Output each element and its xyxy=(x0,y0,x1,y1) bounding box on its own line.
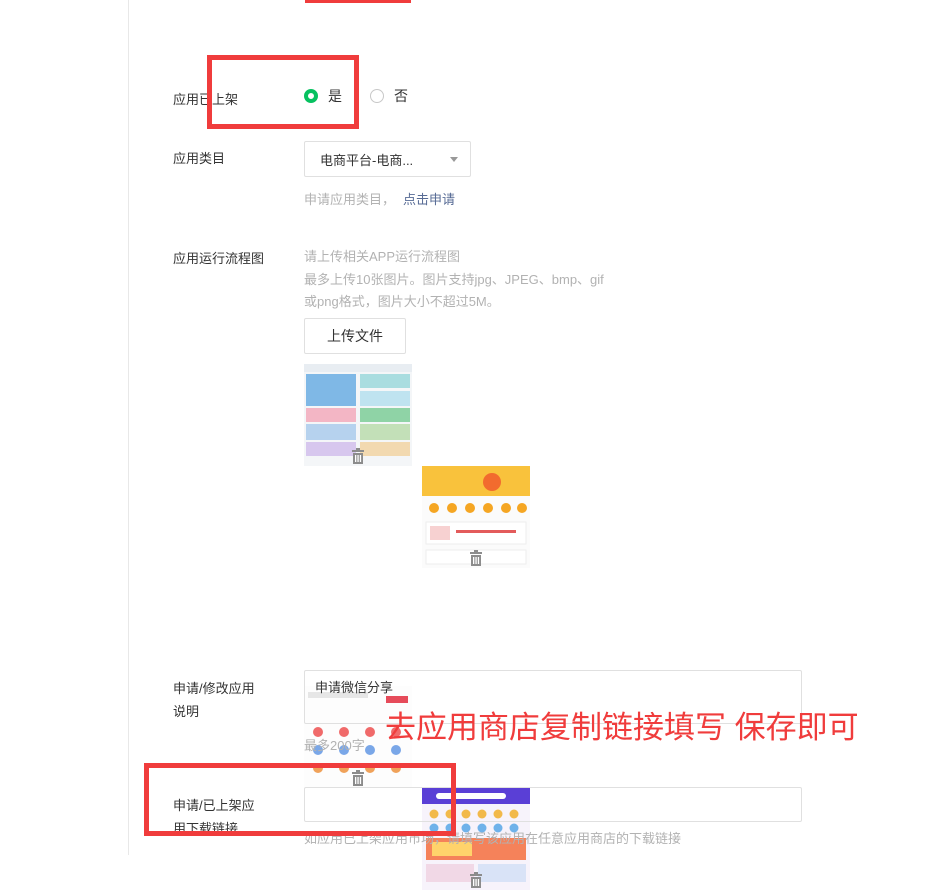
flowchart-hint: 请上传相关APP运行流程图 最多上传10张图片。图片支持jpg、JPEG、bmp… xyxy=(304,246,604,314)
category-hint-text: 申请应用类目， xyxy=(304,192,396,207)
category-select[interactable]: 电商平台-电商... xyxy=(304,141,471,177)
category-label: 应用类目 xyxy=(173,151,226,166)
upload-file-button[interactable]: 上传文件 xyxy=(304,318,406,354)
trash-icon[interactable] xyxy=(350,448,366,464)
chevron-down-icon xyxy=(450,157,458,162)
flowchart-hint-line-3: 或png格式，图片大小不超过5M。 xyxy=(304,294,500,309)
thumbnail-1[interactable] xyxy=(304,364,412,466)
apply-category-link[interactable]: 点击申请 xyxy=(403,192,455,207)
thumbnail-2[interactable] xyxy=(422,466,530,568)
trash-icon[interactable] xyxy=(468,872,484,888)
category-hint: 申请应用类目， 点击申请 xyxy=(304,189,455,211)
radio-no-label: 否 xyxy=(394,88,408,104)
annotation-box-listed xyxy=(207,55,359,129)
annotation-box-download-link xyxy=(144,763,456,836)
description-label-line-1: 申请/修改应用 xyxy=(173,681,255,696)
flowchart-label: 应用运行流程图 xyxy=(173,251,265,266)
description-hint: 最多200字 xyxy=(304,738,365,753)
annotation-line-top xyxy=(305,0,411,3)
annotation-text: 去应用商店复制链接填写 保存即可 xyxy=(385,710,859,745)
left-sidebar xyxy=(0,0,129,855)
flowchart-hint-line-1: 请上传相关APP运行流程图 xyxy=(304,249,461,264)
flowchart-hint-line-2: 最多上传10张图片。图片支持jpg、JPEG、bmp、gif xyxy=(304,271,604,287)
trash-icon[interactable] xyxy=(468,550,484,566)
description-label-line-2: 说明 xyxy=(173,704,200,719)
category-select-value: 电商平台-电商... xyxy=(320,152,414,168)
description-label: 申请/修改应用 说明 xyxy=(173,677,255,723)
radio-unchecked-icon xyxy=(370,89,384,103)
radio-no[interactable]: 否 xyxy=(370,86,408,106)
